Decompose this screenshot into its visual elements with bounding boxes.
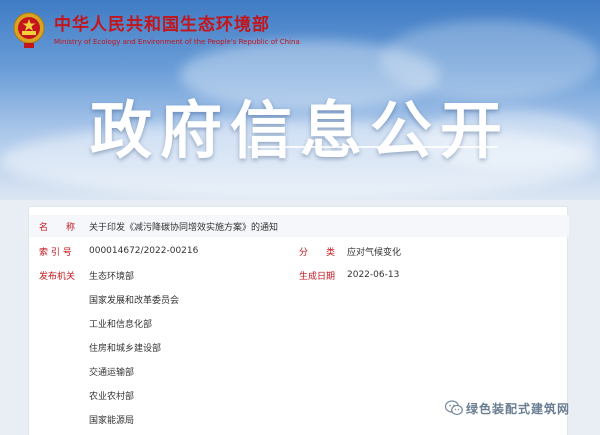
list-item: 国家发展和改革委员会 [29,288,569,310]
issuer-item: 农业农村部 [89,391,135,402]
name-label: 名 称 [39,222,76,233]
list-item: 交通运输部 [29,360,569,382]
site-header: 中华人民共和国生态环境部 Ministry of Ecology and Env… [12,8,300,52]
ministry-english-name: Ministry of Ecology and Environment of t… [54,37,300,46]
issuer-value: 生态环境部 [89,271,135,282]
page-title: 政府信息公开 [89,94,510,167]
info-row-name: 名 称 关于印发《减污降碳协同增效实施方案》的通知 [29,215,569,237]
watermark: 绿色装配式建筑网 [445,398,570,418]
issuer-item: 住房和城乡建设部 [89,343,162,354]
date-label: 生成日期 [299,271,336,282]
category-label: 分 类 [299,247,336,258]
list-item: 工业和信息化部 [29,312,569,334]
title-underline [248,146,498,148]
category-value: 应对气候变化 [347,247,402,258]
issuer-item: 国家发展和改革委员会 [89,295,180,306]
info-row-index: 索 引 号 000014672/2022-00216 分 类 应对气候变化 [29,240,569,262]
info-row-issuer: 发布机关 生态环境部 生成日期 2022-06-13 [29,264,569,286]
index-value: 000014672/2022-00216 [89,246,199,256]
index-label: 索 引 号 [39,247,72,258]
issuer-item: 国家能源局 [89,415,135,426]
issuer-label: 发布机关 [39,271,76,282]
national-emblem-icon [12,11,46,49]
ministry-name[interactable]: 中华人民共和国生态环境部 [54,14,300,36]
date-value: 2022-06-13 [347,270,400,280]
issuer-item: 工业和信息化部 [89,319,153,330]
wechat-icon [445,400,463,416]
issuer-item: 交通运输部 [89,367,135,378]
list-item: 住房和城乡建设部 [29,336,569,358]
watermark-text: 绿色装配式建筑网 [466,401,571,416]
name-value: 关于印发《减污降碳协同增效实施方案》的通知 [89,222,279,233]
